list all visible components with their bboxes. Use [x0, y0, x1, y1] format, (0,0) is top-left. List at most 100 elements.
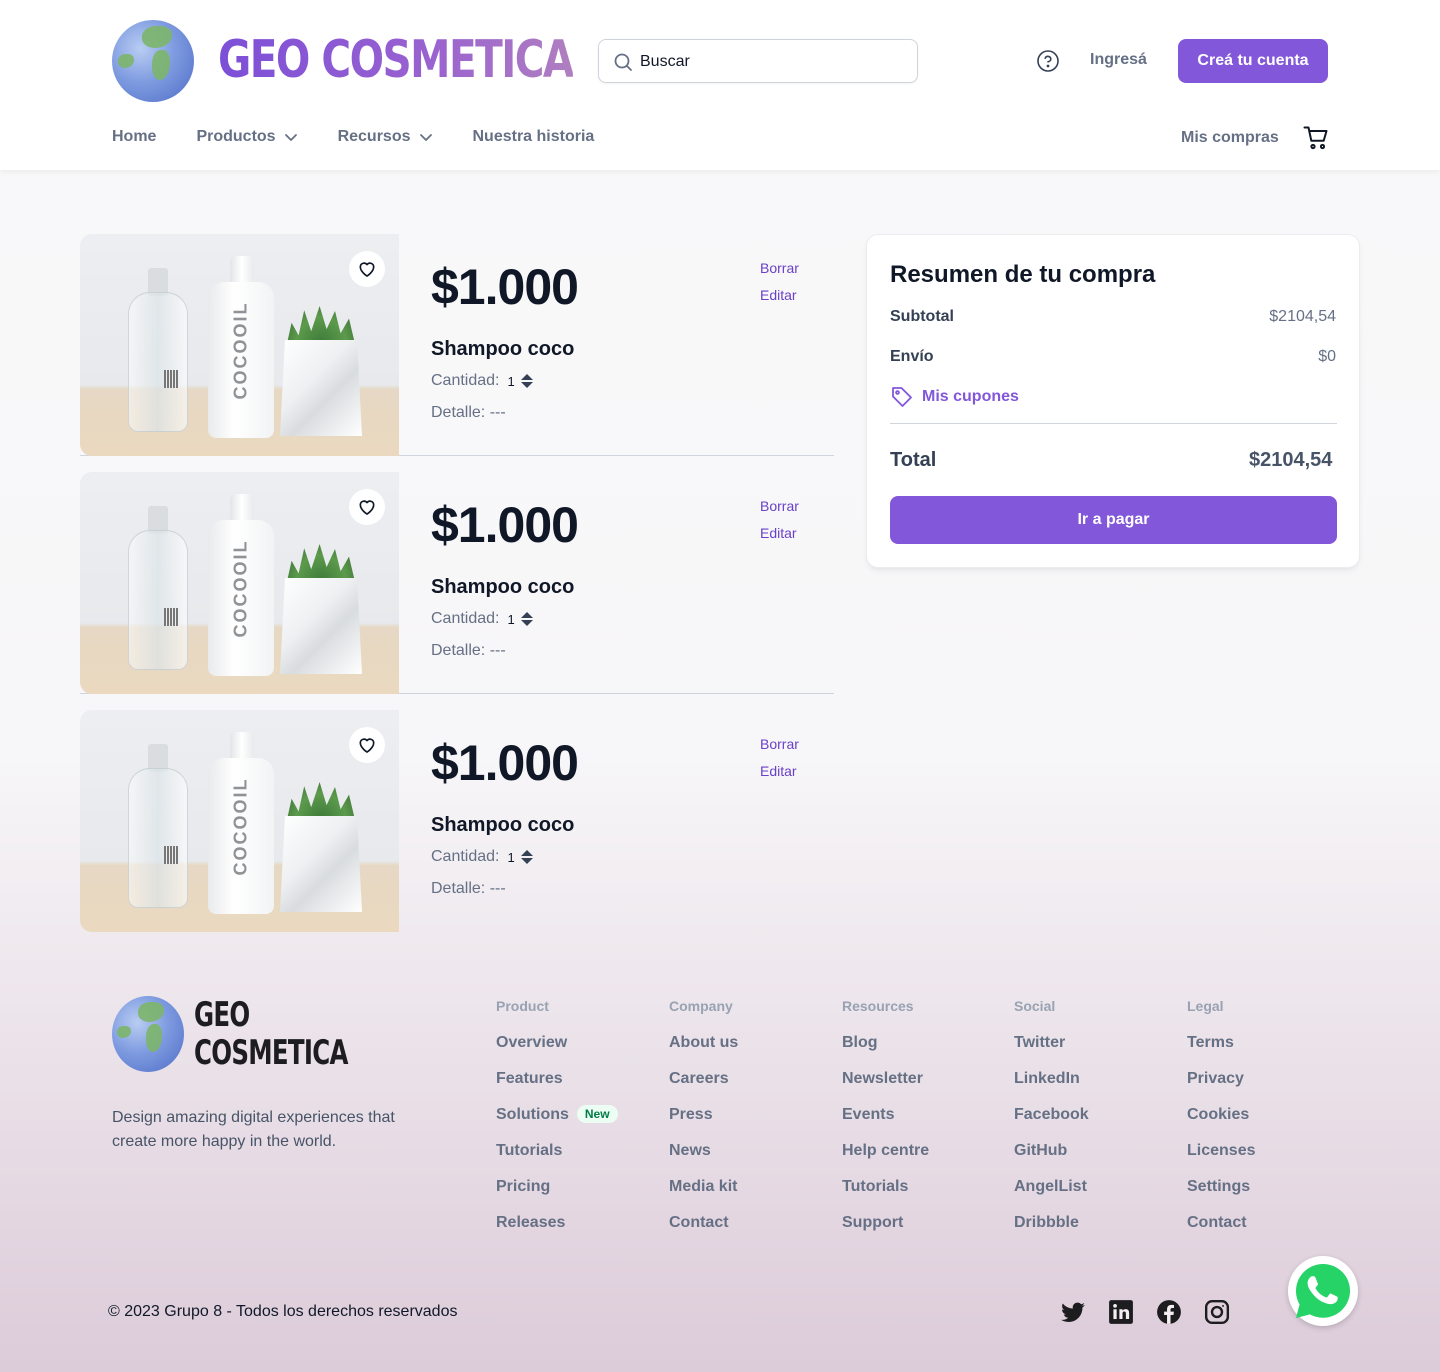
- product-image[interactable]: COCOOIL: [80, 710, 399, 932]
- footer-link[interactable]: Overview: [496, 1034, 618, 1070]
- heart-icon: [359, 262, 375, 277]
- chevron-down-icon: [284, 134, 297, 141]
- instagram-icon[interactable]: [1204, 1299, 1230, 1325]
- quantity-stepper[interactable]: [520, 850, 533, 864]
- footer-link-solutions[interactable]: Solutions New: [496, 1105, 618, 1142]
- checkout-button[interactable]: Ir a pagar: [890, 496, 1337, 544]
- edit-item-link[interactable]: Editar: [760, 763, 797, 779]
- order-summary: Resumen de tu compra Subtotal $2104,54 E…: [866, 234, 1360, 568]
- favorite-button[interactable]: [349, 489, 385, 525]
- delete-item-link[interactable]: Borrar: [760, 498, 799, 514]
- footer-link[interactable]: Blog: [842, 1034, 929, 1070]
- footer-link[interactable]: News: [669, 1142, 738, 1178]
- caret-down-icon[interactable]: [520, 620, 533, 626]
- new-badge: New: [576, 1105, 618, 1123]
- footer-link[interactable]: Dribbble: [1014, 1214, 1089, 1250]
- item-name: Shampoo coco: [431, 338, 575, 360]
- signup-button[interactable]: Creá tu cuenta: [1178, 39, 1328, 83]
- footer-brand[interactable]: GEO COSMETICA: [194, 996, 348, 1072]
- item-quantity: Cantidad: 1: [431, 372, 533, 390]
- footer-link[interactable]: Terms: [1187, 1034, 1255, 1070]
- caret-up-icon[interactable]: [520, 374, 533, 380]
- delete-item-link[interactable]: Borrar: [760, 736, 799, 752]
- footer-column-legal: Legal Terms Privacy Cookies Licenses Set…: [1187, 998, 1255, 1250]
- caret-up-icon[interactable]: [520, 850, 533, 856]
- quantity-value: 1: [507, 611, 515, 627]
- footer-heading: Social: [1014, 998, 1056, 1014]
- brand-name[interactable]: GEO COSMETICA: [218, 28, 574, 92]
- edit-item-link[interactable]: Editar: [760, 287, 797, 303]
- product-image-label: COCOOIL: [230, 301, 251, 400]
- footer-link[interactable]: Releases: [496, 1214, 618, 1250]
- footer-link[interactable]: Facebook: [1014, 1106, 1089, 1142]
- favorite-button[interactable]: [349, 251, 385, 287]
- footer-link[interactable]: Privacy: [1187, 1070, 1255, 1106]
- footer-link[interactable]: Contact: [1187, 1214, 1255, 1250]
- footer-link[interactable]: About us: [669, 1034, 738, 1070]
- shipping-value: $0: [1318, 348, 1336, 365]
- nav-item-nuestra-historia[interactable]: Nuestra historia: [473, 128, 595, 146]
- product-image-label: COCOOIL: [230, 777, 251, 876]
- footer-link[interactable]: LinkedIn: [1014, 1070, 1089, 1106]
- item-detail: Detalle: ---: [431, 404, 506, 421]
- help-icon[interactable]: [1036, 49, 1060, 73]
- nav-item-recursos[interactable]: Recursos: [338, 128, 433, 146]
- caret-down-icon[interactable]: [520, 382, 533, 388]
- product-image[interactable]: COCOOIL: [80, 234, 399, 456]
- nav-item-productos[interactable]: Productos: [196, 128, 297, 146]
- footer-link[interactable]: Help centre: [842, 1142, 929, 1178]
- product-image-label: COCOOIL: [230, 539, 251, 638]
- heart-icon: [359, 738, 375, 753]
- footer-link[interactable]: Newsletter: [842, 1070, 929, 1106]
- twitter-icon[interactable]: [1060, 1299, 1086, 1325]
- login-link[interactable]: Ingresá: [1090, 51, 1147, 69]
- quantity-stepper[interactable]: [520, 612, 533, 626]
- caret-down-icon[interactable]: [520, 858, 533, 864]
- edit-item-link[interactable]: Editar: [760, 525, 797, 541]
- heart-icon: [359, 500, 375, 515]
- item-price: $1.000: [431, 497, 579, 553]
- item-price: $1.000: [431, 735, 579, 791]
- quantity-stepper[interactable]: [520, 374, 533, 388]
- footer-link[interactable]: Contact: [669, 1214, 738, 1250]
- footer-link[interactable]: GitHub: [1014, 1142, 1089, 1178]
- footer-link[interactable]: Twitter: [1014, 1034, 1089, 1070]
- product-image[interactable]: COCOOIL: [80, 472, 399, 694]
- footer-link[interactable]: Press: [669, 1106, 738, 1142]
- globe-logo-icon[interactable]: [112, 20, 194, 102]
- coupons-link[interactable]: Mis cupones: [890, 385, 1019, 409]
- footer-column-product: Product Overview Features Solutions New …: [496, 998, 618, 1250]
- footer-link[interactable]: Settings: [1187, 1178, 1255, 1214]
- footer-link[interactable]: Tutorials: [496, 1142, 618, 1178]
- favorite-button[interactable]: [349, 727, 385, 763]
- delete-item-link[interactable]: Borrar: [760, 260, 799, 276]
- footer-column-resources: Resources Blog Newsletter Events Help ce…: [842, 998, 929, 1250]
- footer-heading: Product: [496, 998, 549, 1014]
- my-purchases-link[interactable]: Mis compras: [1181, 129, 1279, 147]
- footer-link[interactable]: Pricing: [496, 1178, 618, 1214]
- footer-globe-logo-icon[interactable]: [112, 996, 184, 1072]
- caret-up-icon[interactable]: [520, 612, 533, 618]
- footer-column-social: Social Twitter LinkedIn Facebook GitHub …: [1014, 998, 1089, 1250]
- facebook-icon[interactable]: [1156, 1299, 1182, 1325]
- cart-icon[interactable]: [1303, 125, 1329, 151]
- footer-link[interactable]: Features: [496, 1070, 618, 1106]
- cart-item: COCOOIL $1.000 Shampoo coco Cantidad: 1 …: [80, 234, 834, 456]
- footer-link[interactable]: Tutorials: [842, 1178, 929, 1214]
- search-box[interactable]: [598, 39, 918, 83]
- footer-heading: Resources: [842, 998, 914, 1014]
- item-detail: Detalle: ---: [431, 642, 506, 659]
- copyright-text: © 2023 Grupo 8 - Todos los derechos rese…: [108, 1303, 458, 1320]
- footer-link[interactable]: AngelList: [1014, 1178, 1089, 1214]
- footer-link[interactable]: Cookies: [1187, 1106, 1255, 1142]
- linkedin-icon[interactable]: [1108, 1299, 1134, 1325]
- nav-item-home[interactable]: Home: [112, 128, 156, 146]
- quantity-value: 1: [507, 373, 515, 389]
- footer-link[interactable]: Licenses: [1187, 1142, 1255, 1178]
- footer-link[interactable]: Media kit: [669, 1178, 738, 1214]
- search-input[interactable]: [640, 50, 900, 74]
- footer-link[interactable]: Careers: [669, 1070, 738, 1106]
- footer-link[interactable]: Support: [842, 1214, 929, 1250]
- footer-link[interactable]: Events: [842, 1106, 929, 1142]
- whatsapp-chat-button[interactable]: [1288, 1256, 1358, 1326]
